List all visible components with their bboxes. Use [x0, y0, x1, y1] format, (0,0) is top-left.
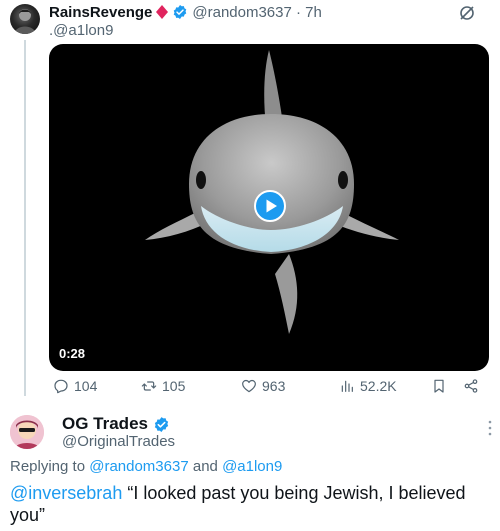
author-handle[interactable]: @OriginalTrades — [62, 433, 175, 450]
tweet-author-row: RainsRevenge @random3637 · 7h — [49, 2, 322, 22]
reply-button[interactable]: 104 — [53, 378, 97, 394]
tweet-body: @inversebrah “I looked past you being Je… — [10, 482, 495, 526]
reply-count: 104 — [74, 378, 98, 394]
grok-icon[interactable] — [458, 4, 476, 22]
video-player[interactable]: 0:28 — [49, 44, 489, 371]
avatar-image — [14, 9, 36, 34]
reply-icon — [54, 379, 68, 394]
more-options-icon[interactable] — [488, 420, 492, 436]
handle-and-time[interactable]: @random3637 · 7h — [192, 4, 321, 21]
video-duration: 0:28 — [59, 346, 86, 361]
display-name[interactable]: OG Trades — [62, 414, 148, 434]
retweet-icon — [141, 381, 157, 391]
replying-user-link[interactable]: @a1lon9 — [222, 458, 282, 475]
display-name[interactable]: RainsRevenge — [49, 4, 152, 21]
avatar[interactable] — [10, 415, 44, 449]
replying-user-link[interactable]: @random3637 — [89, 458, 188, 475]
heart-icon — [242, 379, 256, 393]
replying-prefix: Replying to — [10, 458, 90, 475]
play-button[interactable] — [254, 190, 286, 222]
verified-badge-icon — [154, 416, 169, 432]
reply-mention[interactable]: .@a1lon9 — [49, 22, 113, 39]
replying-and: and — [188, 458, 223, 475]
views-icon — [341, 380, 353, 392]
avatar-image — [10, 415, 44, 449]
bookmark-icon — [434, 379, 444, 393]
view-count: 52.2K — [360, 378, 397, 394]
mention-link[interactable]: @inversebrah — [10, 483, 122, 503]
diamond-icon — [156, 5, 169, 19]
avatar[interactable] — [10, 4, 40, 34]
tweet-author-row: OG Trades — [62, 414, 170, 434]
thread-connector — [24, 40, 26, 396]
like-button[interactable]: 963 — [241, 378, 285, 394]
verified-badge-icon — [174, 5, 187, 19]
share-icon — [464, 379, 478, 393]
like-count: 963 — [262, 378, 286, 394]
views-button[interactable]: 52.2K — [339, 378, 397, 394]
retweet-count: 105 — [162, 378, 186, 394]
retweet-button[interactable]: 105 — [141, 378, 185, 394]
play-icon — [254, 190, 286, 222]
share-button[interactable] — [463, 378, 479, 394]
tweet-actions: 104 105 963 52.2K — [49, 378, 489, 400]
replying-to: Replying to @random3637 and @a1lon9 — [10, 458, 282, 475]
bookmark-button[interactable] — [431, 378, 447, 394]
